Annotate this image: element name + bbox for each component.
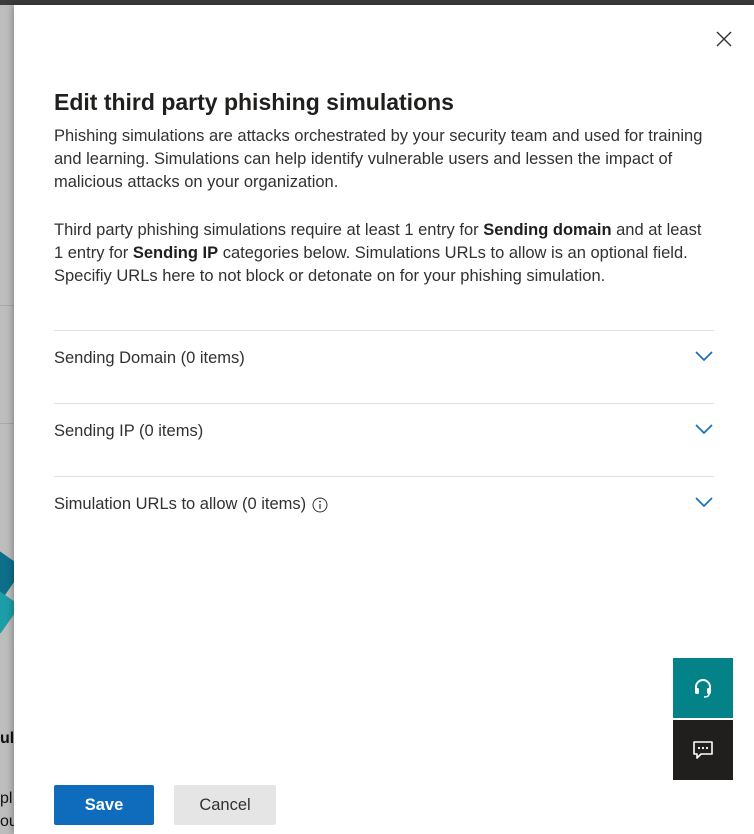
cancel-button[interactable]: Cancel: [174, 785, 276, 825]
sending-ip-emphasis: Sending IP: [132, 244, 219, 262]
background-page: ula pl ou: [0, 5, 14, 834]
requirements-description: Third party phishing simulations require…: [54, 219, 714, 288]
accordion-label-row: Simulation URLs to allow (0 items): [54, 495, 328, 514]
accordion-label: Simulation URLs to allow (0 items): [54, 495, 307, 513]
panel-title: Edit third party phishing simulations: [54, 89, 454, 115]
accordion-label: Sending IP (0 items): [54, 422, 204, 440]
sending-domain-emphasis: Sending domain: [483, 221, 612, 239]
chat-icon: [693, 741, 713, 759]
chevron-down-icon: [695, 424, 713, 435]
background-text: ou: [0, 813, 14, 830]
close-icon: [716, 31, 732, 47]
background-text: pl: [0, 790, 13, 807]
chevron-down-icon: [695, 351, 713, 362]
accordion-sending-ip[interactable]: Sending IP (0 items): [54, 403, 714, 476]
requirements-text: Third party phishing simulations require…: [54, 221, 484, 239]
accordion-simulation-urls[interactable]: Simulation URLs to allow (0 items): [54, 476, 714, 549]
accordion-sending-domain[interactable]: Sending Domain (0 items): [54, 330, 714, 403]
background-divider: [0, 305, 14, 306]
background-divider: [0, 423, 14, 424]
close-button[interactable]: [712, 27, 736, 51]
edit-flyout-panel: Edit third party phishing simulations Ph…: [14, 5, 754, 834]
info-icon[interactable]: [312, 497, 328, 513]
accordion-label: Sending Domain (0 items): [54, 349, 245, 367]
feedback-button[interactable]: [673, 720, 733, 780]
save-button[interactable]: Save: [54, 785, 154, 825]
background-text: ula: [0, 730, 14, 747]
headset-icon: [695, 679, 711, 698]
chevron-down-icon: [695, 497, 713, 508]
intro-description: Phishing simulations are attacks orchest…: [54, 127, 703, 191]
help-button[interactable]: [673, 658, 733, 718]
